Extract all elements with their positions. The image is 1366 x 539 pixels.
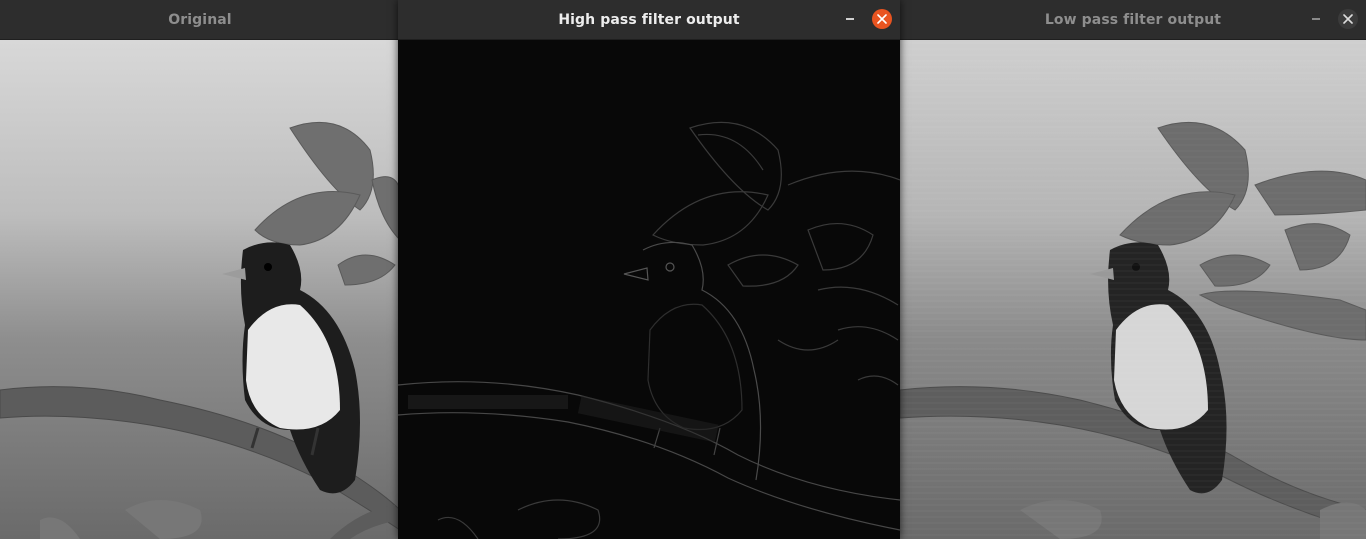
minimize-button[interactable] (840, 9, 860, 29)
minimize-icon (1312, 18, 1320, 20)
minimize-button[interactable] (1306, 9, 1326, 29)
low-pass-image (900, 40, 1366, 539)
close-button[interactable] (872, 9, 892, 29)
original-window[interactable]: Original (0, 0, 400, 539)
original-image (0, 40, 400, 539)
high-pass-title: High pass filter output (558, 11, 740, 28)
close-icon (877, 14, 887, 24)
low-pass-window-controls (1306, 9, 1358, 29)
high-pass-titlebar[interactable]: High pass filter output (398, 0, 900, 40)
low-pass-titlebar[interactable]: Low pass filter output (900, 0, 1366, 40)
high-pass-image (398, 40, 900, 539)
close-button[interactable] (1338, 9, 1358, 29)
low-pass-window[interactable]: Low pass filter output (900, 0, 1366, 539)
close-icon (1343, 14, 1353, 24)
original-title: Original (168, 11, 232, 28)
original-titlebar[interactable]: Original (0, 0, 400, 40)
high-pass-window-controls (840, 9, 892, 29)
high-pass-window[interactable]: High pass filter output (398, 0, 900, 539)
minimize-icon (846, 18, 854, 20)
low-pass-title: Low pass filter output (1044, 11, 1222, 28)
